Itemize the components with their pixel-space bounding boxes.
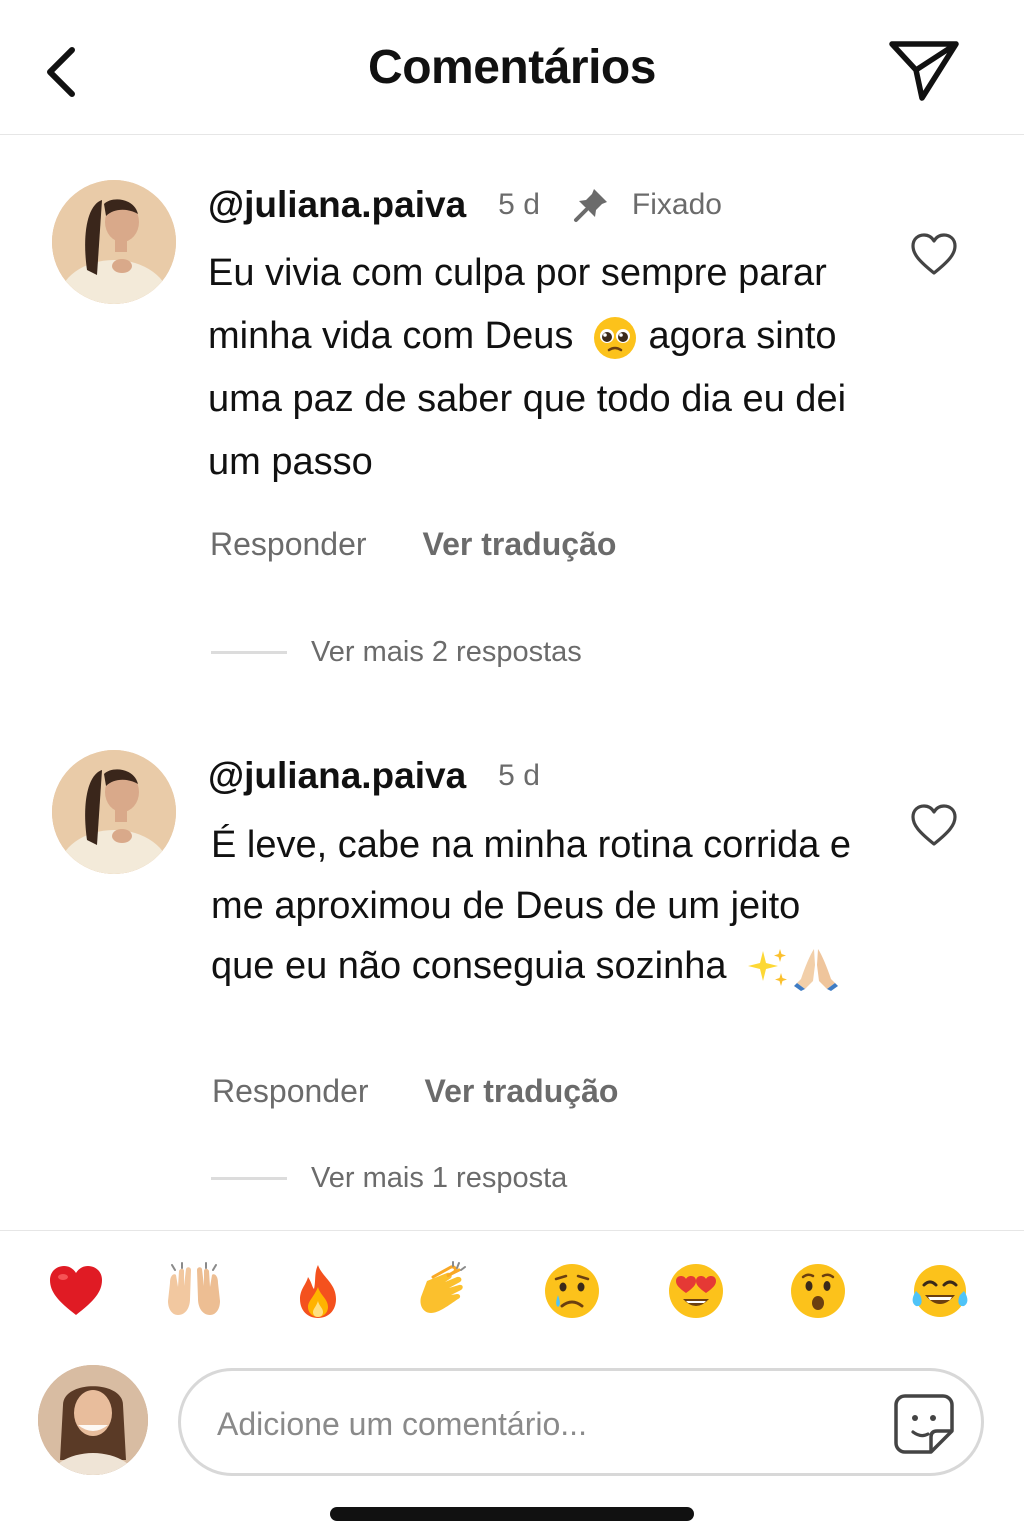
username[interactable]: @juliana.paiva [208,184,466,226]
comment-text: É leve, cabe na minha rotina corrida e m… [211,815,871,997]
raising-hands-icon [168,1262,220,1315]
comment-text: Eu vivia com culpa por sempre parar minh… [208,242,868,494]
folded-hands-emoji [793,945,839,991]
reply-button[interactable]: Responder [210,526,367,563]
share-button[interactable] [886,36,962,106]
astonished-face-reaction[interactable] [788,1261,848,1321]
header: Comentários [0,0,1024,135]
view-more-replies-label: Ver mais 2 respostas [311,636,582,668]
clapping-hands-reaction[interactable] [413,1261,473,1321]
heart-eyes-face-icon [669,1264,723,1318]
username[interactable]: @juliana.paiva [208,755,466,797]
view-more-replies[interactable]: Ver mais 1 resposta [211,1162,567,1195]
home-indicator [330,1507,694,1521]
timestamp: 5 d [498,759,540,792]
pleading-face-emoji [592,315,638,361]
tears-of-joy-face-icon [912,1265,968,1317]
divider-line [211,1177,287,1180]
send-icon [889,41,959,101]
sticker-button[interactable] [891,1391,957,1457]
comment-actions: Responder Ver tradução [210,526,616,563]
current-user-photo [38,1365,148,1475]
comment-meta: @juliana.paiva 5 d [208,754,540,798]
pin-icon [573,189,607,222]
avatar[interactable] [52,750,176,874]
fire-icon [300,1265,336,1318]
comment-input-box [178,1368,984,1476]
comment-input[interactable] [217,1401,857,1447]
crying-face-reaction[interactable] [542,1261,602,1321]
divider-line [211,651,287,654]
quick-reactions-bar [0,1230,1024,1350]
heart-icon[interactable] [909,802,959,848]
reply-button[interactable]: Responder [212,1073,369,1110]
astonished-face-icon [791,1264,845,1318]
avatar-photo [52,750,176,874]
heart-icon[interactable] [909,231,959,277]
timestamp: 5 d [498,188,540,221]
avatar-photo [52,180,176,304]
red-heart-reaction[interactable] [46,1261,106,1321]
translate-button[interactable]: Ver tradução [423,526,617,563]
comment-meta: @juliana.paiva 5 d Fixado [208,183,722,227]
pinned-label: Fixado [631,188,722,221]
sticker-icon [894,1394,954,1454]
comments-screen: Comentários @juliana.paiva 5 d Fixado Eu… [0,0,1024,1536]
clapping-hands-icon [420,1261,466,1313]
translate-button[interactable]: Ver tradução [425,1073,619,1110]
comment-actions: Responder Ver tradução [212,1073,618,1110]
avatar[interactable] [52,180,176,304]
fire-reaction[interactable] [288,1261,348,1321]
tears-of-joy-reaction[interactable] [910,1261,970,1321]
view-more-replies[interactable]: Ver mais 2 respostas [211,636,582,669]
red-heart-icon [50,1266,102,1315]
raising-hands-reaction[interactable] [164,1261,224,1321]
view-more-replies-label: Ver mais 1 resposta [311,1162,568,1194]
sparkles-emoji [745,945,791,991]
current-user-avatar[interactable] [38,1365,148,1475]
crying-face-icon [545,1264,599,1318]
page-title: Comentários [368,41,656,94]
heart-eyes-reaction[interactable] [666,1261,726,1321]
